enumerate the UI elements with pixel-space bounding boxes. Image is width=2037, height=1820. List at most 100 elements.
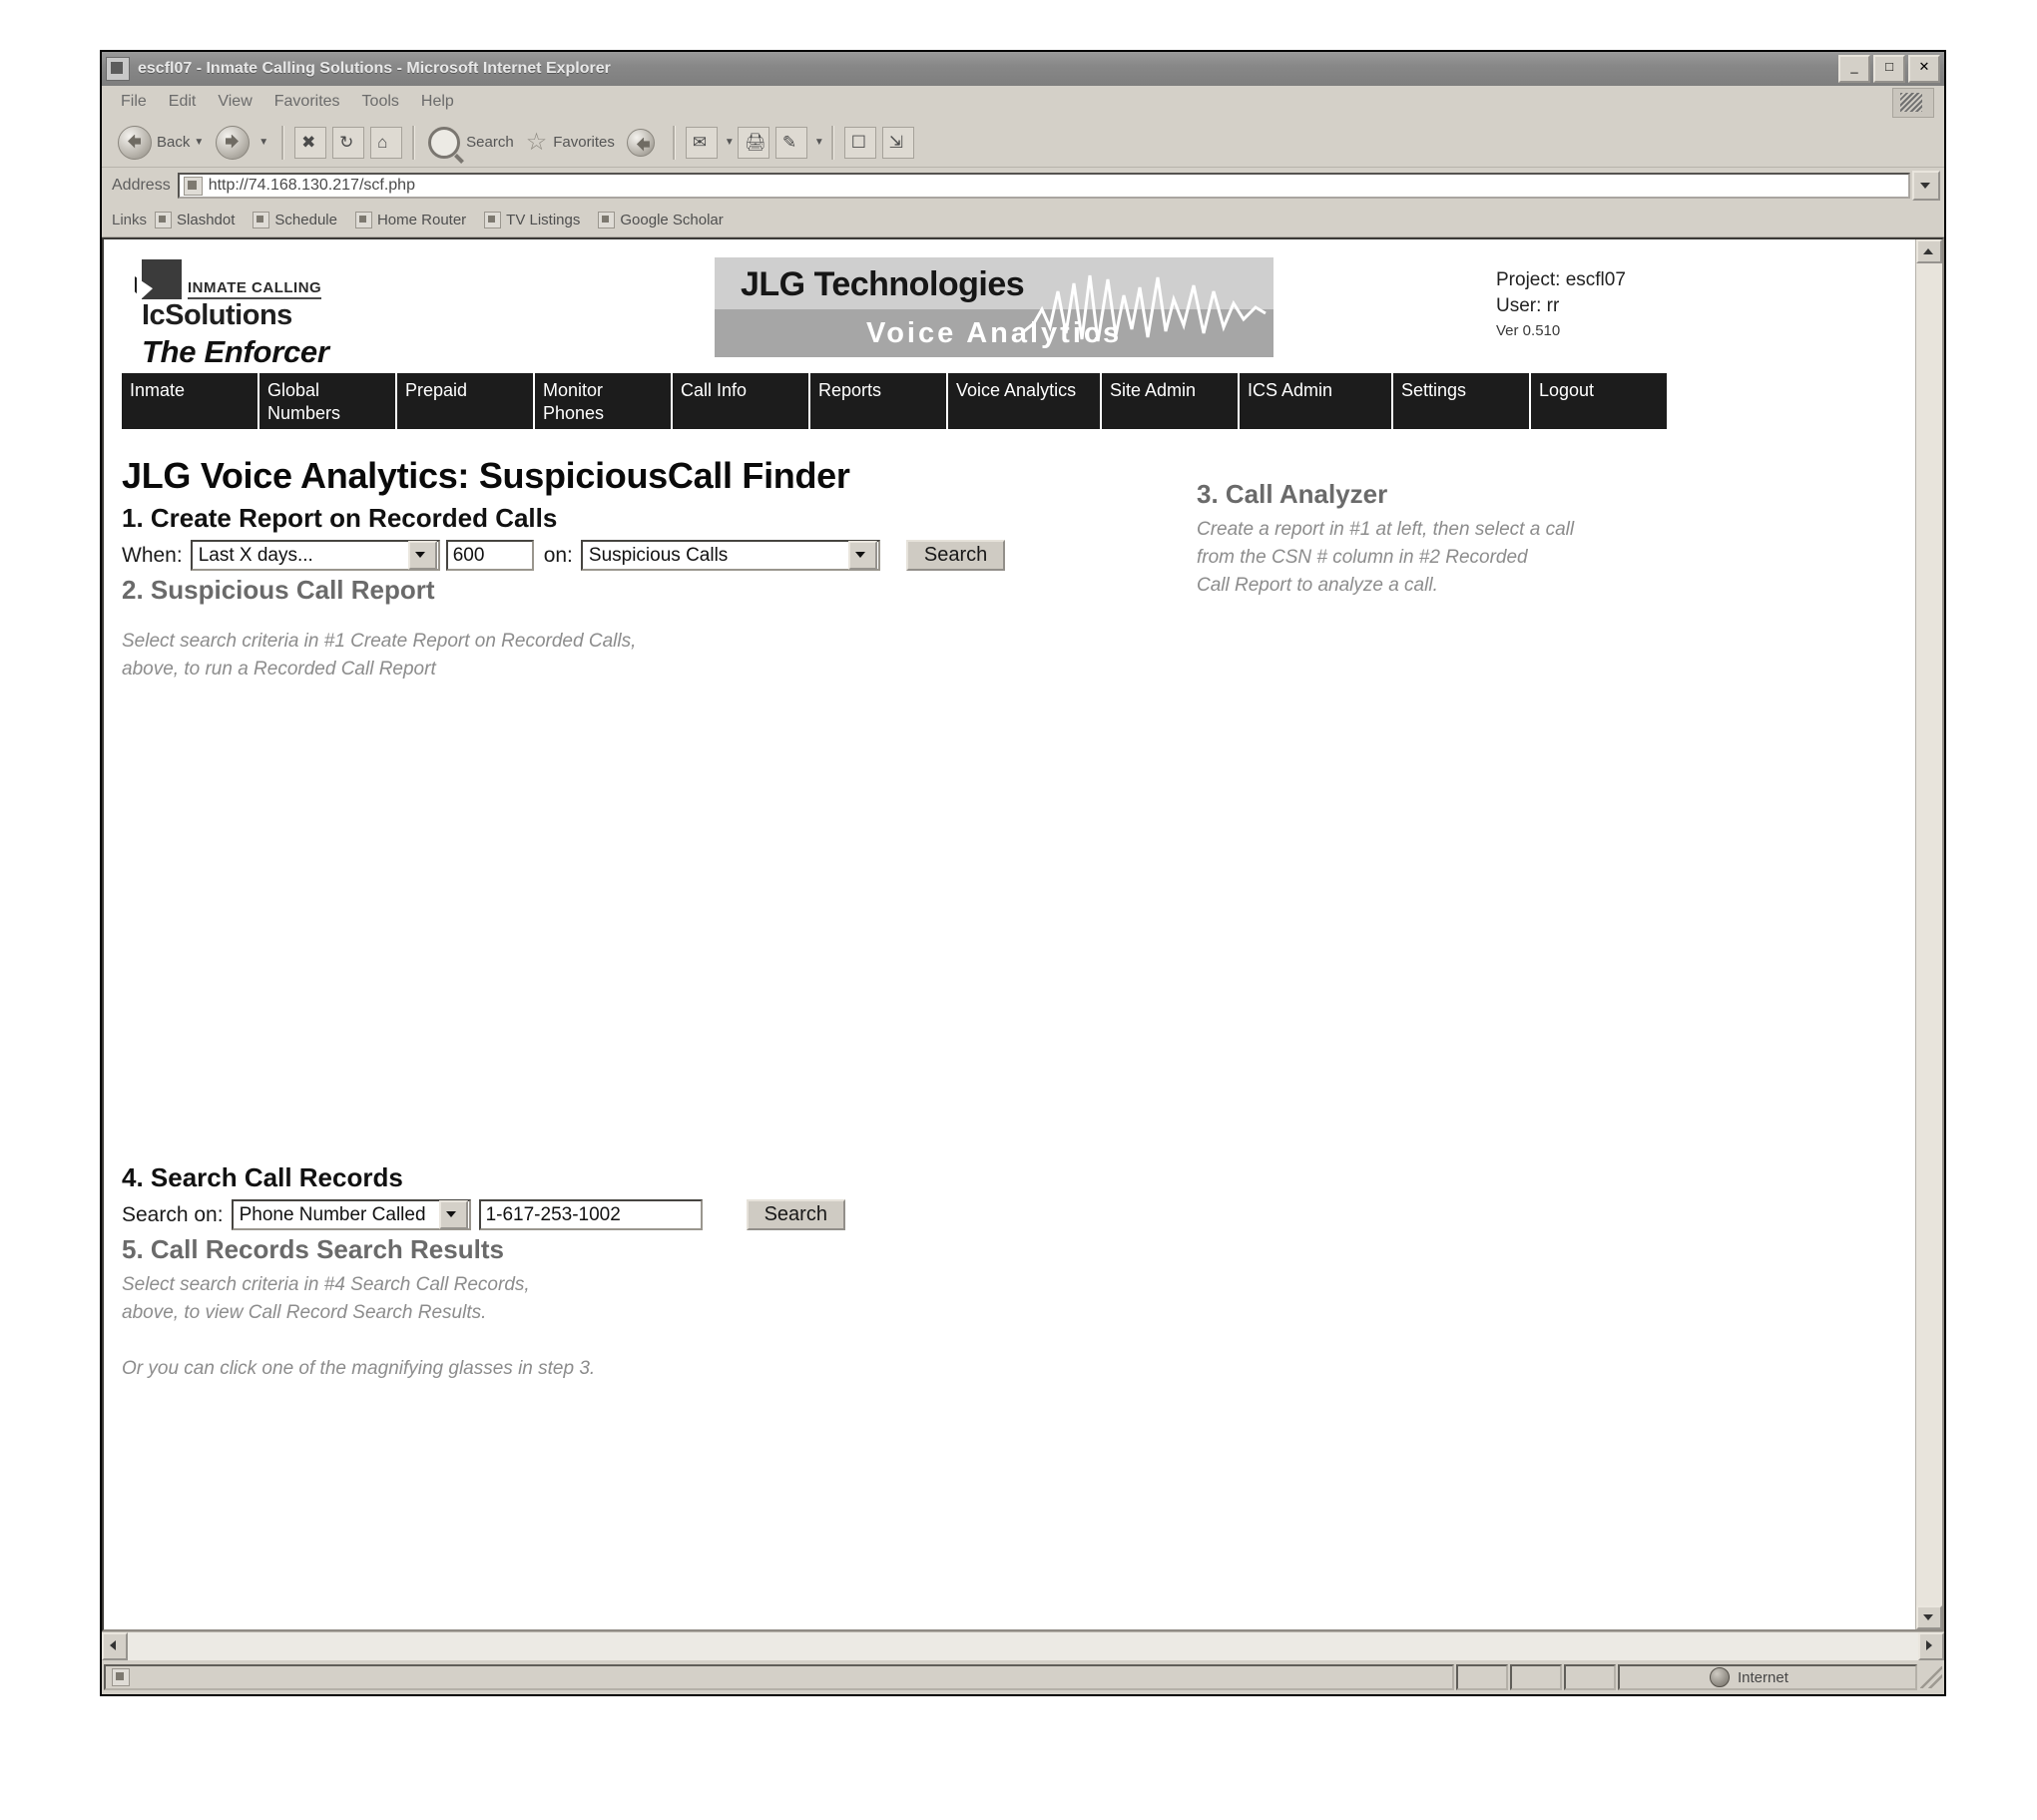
page-icon [183,176,203,196]
section3-note-line1: Create a report in #1 at left, then sele… [1197,519,1575,540]
ics-solutions-logo[interactable]: INMATE CALLING IcSolutions The Enforcer [142,259,441,369]
page-content: JLG Voice Analytics: SuspiciousCall Find… [104,455,1915,1383]
jlg-banner-bottom: Voice Analytics [715,309,1273,357]
home-button[interactable]: ⌂ [370,126,403,159]
when-select[interactable]: Last X days... [190,540,440,571]
favicon-icon [155,212,173,228]
menu-item-view[interactable]: View [207,93,262,111]
favicon-icon [484,212,502,228]
nav-item-call-info[interactable]: Call Info [673,373,808,429]
history-button[interactable] [621,122,666,164]
forward-chevron-down-icon[interactable]: ▼ [258,137,268,148]
nav-item-settings[interactable]: Settings [1393,373,1529,429]
favorites-label: Favorites [553,134,615,151]
nav-item-prepaid[interactable]: Prepaid [397,373,533,429]
link-label: Slashdot [177,212,236,228]
jlg-banner-top: JLG Technologies [715,257,1273,309]
nav-item-site-admin[interactable]: Site Admin [1102,373,1238,429]
scroll-up-button[interactable] [1916,239,1942,263]
section2-note: Select search criteria in #1 Create Repo… [122,628,1915,683]
forward-arrow-icon [216,125,251,160]
mail-button[interactable]: ✉ [685,126,718,159]
link-google-scholar[interactable]: Google Scholar [598,212,724,228]
ics-logo-mark-icon [142,259,182,299]
section3-note: Create a report in #1 at left, then sele… [1197,516,1666,600]
nav-item-global-numbers[interactable]: Global Numbers [259,373,395,429]
vertical-scrollbar[interactable] [1915,239,1942,1629]
nav-item-monitor-phones[interactable]: Monitor Phones [535,373,671,429]
link-home-router[interactable]: Home Router [354,212,466,228]
scroll-down-button[interactable] [1916,1605,1942,1629]
address-input[interactable]: http://74.168.130.217/scf.php [177,173,1910,199]
security-zone[interactable]: Internet [1618,1664,1917,1690]
link-schedule[interactable]: Schedule [253,212,337,228]
menu-item-edit[interactable]: Edit [158,93,208,111]
ics-solutions-label: IcSolutions [142,299,292,331]
report-type-select[interactable]: Suspicious Calls [580,540,880,571]
printer-icon: 🖨 [744,132,766,152]
days-input[interactable]: 600 [445,540,534,571]
mail-chevron-down-icon[interactable]: ▼ [725,137,735,148]
messenger-button[interactable]: ☐ [843,126,876,159]
call-records-search-button[interactable]: Search [746,1199,845,1230]
resize-grip[interactable] [1920,1666,1942,1688]
favorites-button[interactable]: ☆ Favorites [520,122,621,164]
current-user: User: rr [1496,295,1560,316]
section4-title: 4. Search Call Records [122,1162,403,1192]
nav-item-logout[interactable]: Logout [1531,373,1667,429]
toolbar-separator-2 [412,125,416,160]
nav-item-ics-admin[interactable]: ICS Admin [1240,373,1391,429]
nav-item-voice-analytics[interactable]: Voice Analytics [948,373,1100,429]
when-select-value: Last X days... [198,545,313,566]
minimize-button[interactable]: _ [1838,55,1870,83]
menu-item-file[interactable]: File [110,93,158,111]
search-button[interactable]: Search [422,122,520,164]
app-version: Ver 0.510 [1496,322,1561,339]
toolbar-separator-1 [281,125,285,160]
nav-item-inmate[interactable]: Inmate [122,373,257,429]
horizontal-scroll-track[interactable] [128,1632,1918,1660]
menu-item-tools[interactable]: Tools [351,93,410,111]
on-label: on: [543,543,573,567]
menu-item-favorites[interactable]: Favorites [263,93,351,111]
search-query-input[interactable]: 1-617-253-1002 [478,1199,703,1230]
site-header: INMATE CALLING IcSolutions The Enforcer … [104,239,1915,369]
address-dropdown-button[interactable] [1912,171,1940,201]
maximize-button[interactable]: □ [1873,55,1905,83]
search-label: Search [466,134,514,151]
fullscreen-button[interactable]: ⇲ [881,126,914,159]
star-icon: ☆ [525,128,548,156]
window-controls: _ □ ✕ [1838,55,1940,83]
forward-button[interactable]: ▼ [210,122,274,164]
report-type-select-value: Suspicious Calls [588,545,729,566]
report-search-button[interactable]: Search [905,540,1006,571]
search-icon [428,126,461,159]
links-bar: Links Slashdot Schedule Home Router TV L… [102,204,1944,237]
refresh-button[interactable]: ↻ [332,126,365,159]
link-slashdot[interactable]: Slashdot [155,212,235,228]
back-button[interactable]: Back ▼ [112,122,210,164]
print-button[interactable]: 🖨 [737,126,769,159]
page-status-icon [112,1668,130,1686]
primary-nav: Inmate Global Numbers Prepaid Monitor Ph… [122,373,1667,429]
close-button[interactable]: ✕ [1908,55,1940,83]
scroll-left-button[interactable] [102,1632,128,1660]
edit-chevron-down-icon[interactable]: ▼ [814,137,824,148]
link-tv-listings[interactable]: TV Listings [484,212,580,228]
back-chevron-down-icon[interactable]: ▼ [194,137,204,148]
project-name: Project: escfl07 [1496,269,1626,290]
scroll-right-button[interactable] [1918,1632,1944,1660]
nav-item-reports[interactable]: Reports [810,373,946,429]
menu-item-help[interactable]: Help [410,93,465,111]
chevron-down-icon[interactable] [438,1200,468,1229]
stop-button[interactable]: ✖ [294,126,327,159]
search-field-select[interactable]: Phone Number Called [231,1199,471,1230]
window-title: escfl07 - Inmate Calling Solutions - Mic… [138,60,611,77]
chevron-down-icon[interactable] [407,541,437,570]
search-field-select-value: Phone Number Called [239,1204,426,1225]
section2-note-line2: above, to run a Recorded Call Report [122,659,436,680]
edit-button[interactable]: ✎ [774,126,807,159]
ics-logo-top: INMATE CALLING [142,259,441,299]
chevron-down-icon[interactable] [847,541,877,570]
horizontal-scrollbar[interactable] [102,1631,1944,1660]
